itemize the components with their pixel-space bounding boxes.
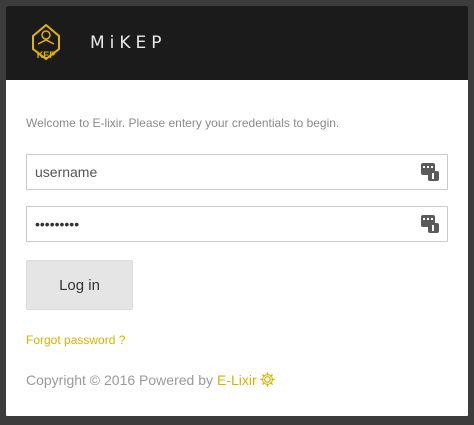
header-bar: KEP MiKEP — [6, 6, 468, 80]
copyright-text: Copyright © 2016 Powered by — [26, 372, 213, 388]
gear-icon — [259, 372, 275, 387]
forgot-password-link[interactable]: Forgot password ? — [26, 333, 125, 347]
keyboard-icon[interactable] — [421, 163, 439, 181]
app-title: MiKEP — [90, 33, 167, 53]
brand-link[interactable]: E-Lixir — [217, 372, 257, 388]
login-card: KEP MiKEP Welcome to E-lixir. Please ent… — [6, 6, 468, 416]
welcome-message: Welcome to E-lixir. Please entery your c… — [26, 116, 340, 130]
password-field-wrapper — [26, 206, 448, 242]
logo-text: KEP — [37, 50, 56, 60]
footer: Copyright © 2016 Powered by E-Lixir — [26, 372, 275, 388]
kep-logo-icon: KEP — [32, 23, 60, 61]
password-input[interactable] — [27, 207, 407, 241]
username-input[interactable] — [27, 155, 407, 189]
keyboard-icon[interactable] — [421, 215, 439, 233]
username-field-wrapper — [26, 154, 448, 190]
login-button[interactable]: Log in — [26, 260, 133, 310]
